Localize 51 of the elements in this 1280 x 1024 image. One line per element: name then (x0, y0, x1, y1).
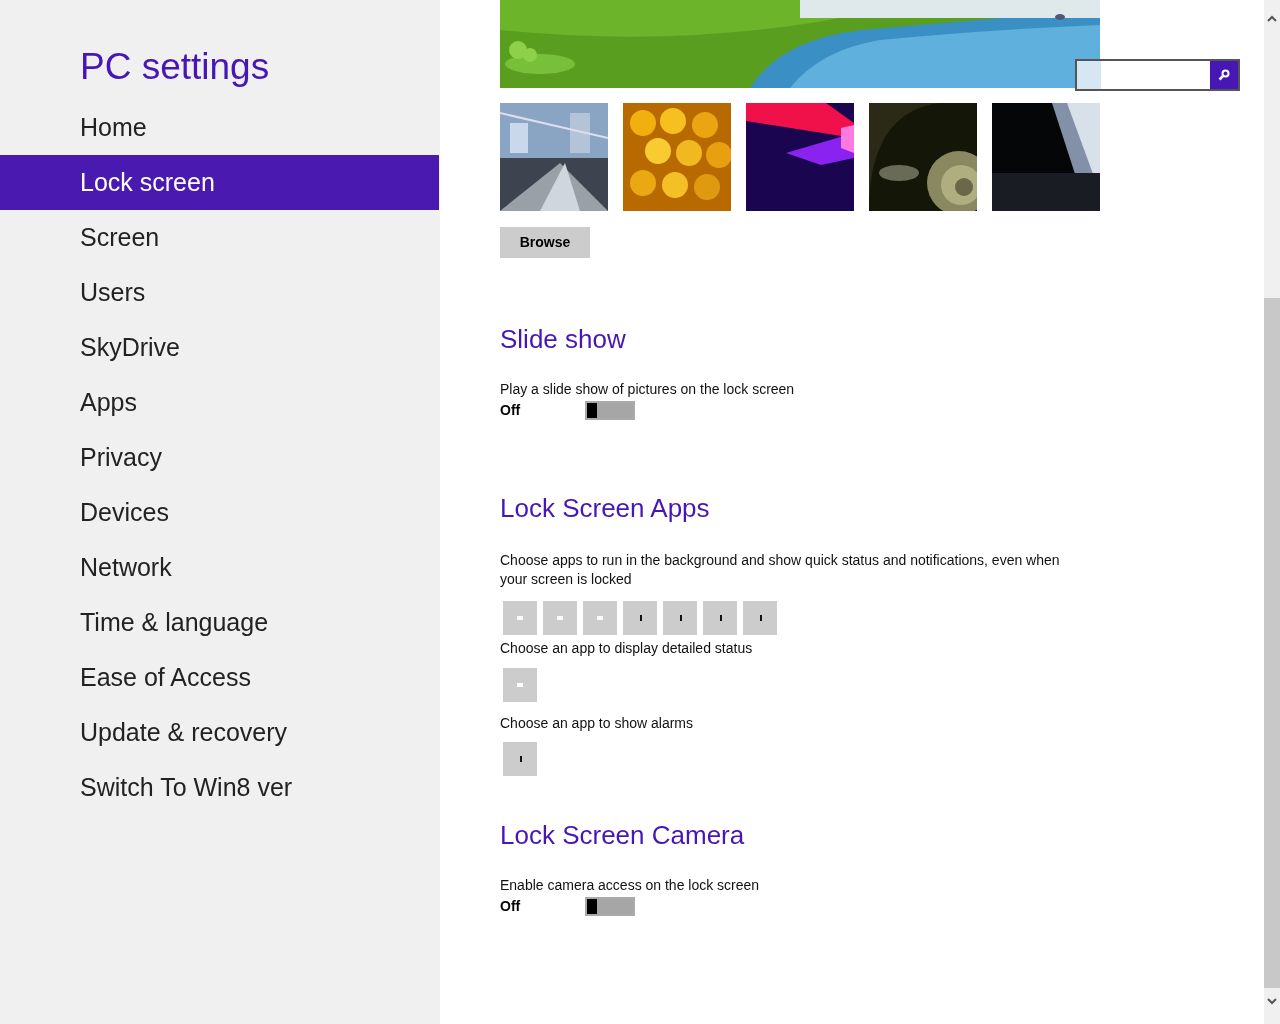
app-icon (517, 616, 523, 620)
scroll-down-icon[interactable] (1267, 998, 1277, 1005)
settings-title: PC settings (79, 45, 271, 89)
description: Choose an app to display detailed status (500, 639, 754, 658)
scroll-thumb[interactable] (1264, 298, 1280, 988)
app-icon (718, 615, 722, 621)
app-tile[interactable] (623, 601, 657, 635)
app-tile[interactable] (663, 601, 697, 635)
toggle-state: Off (500, 896, 522, 916)
toggle-switch[interactable] (585, 400, 635, 420)
nav-item[interactable]: Screen (0, 210, 440, 265)
nav-item[interactable]: Time & language (0, 595, 440, 650)
nav-item[interactable]: Devices (0, 485, 440, 540)
search-field[interactable] (1075, 59, 1240, 91)
nav-item[interactable]: Lock screen (0, 155, 439, 210)
nav-item[interactable]: Switch To Win8 ver (0, 760, 440, 815)
app-tile[interactable] (743, 601, 777, 635)
description: Play a slide show of pictures on the lock screen (500, 380, 796, 399)
app-tile[interactable] (543, 601, 577, 635)
section-heading: Lock Screen Camera (500, 819, 746, 852)
section-heading: Slide show (500, 323, 627, 356)
app-icon (518, 756, 522, 762)
app-tile[interactable] (503, 601, 537, 635)
description: Choose apps to run in the background and show quick status and notifications, even when your screen is locked (500, 551, 1061, 589)
description: Enable camera access on the lock screen (500, 876, 761, 895)
search-icon[interactable] (1210, 61, 1238, 89)
nav-item[interactable]: Users (0, 265, 440, 320)
app-tile[interactable] (503, 742, 537, 776)
app-icon (557, 616, 563, 620)
scroll-up-icon[interactable] (1267, 15, 1277, 22)
toggle-state: Off (500, 400, 522, 420)
browse-button[interactable]: Browse (500, 227, 590, 258)
nav-item[interactable]: SkyDrive (0, 320, 440, 375)
app-icon (758, 615, 762, 621)
app-tile[interactable] (583, 601, 617, 635)
app-tile[interactable] (503, 668, 537, 702)
scrollbar[interactable] (1264, 0, 1280, 1024)
nav-item[interactable]: Network (0, 540, 440, 595)
app-icon (678, 615, 682, 621)
app-icon (597, 616, 603, 620)
section-heading: Lock Screen Apps (500, 492, 711, 525)
nav-item[interactable]: Home (0, 100, 440, 155)
nav-item[interactable]: Apps (0, 375, 440, 430)
nav-item[interactable]: Privacy (0, 430, 440, 485)
app-icon (517, 683, 523, 687)
nav-item[interactable]: Update & recovery (0, 705, 440, 760)
app-tile[interactable] (703, 601, 737, 635)
toggle-switch[interactable] (585, 896, 635, 916)
description: Choose an app to show alarms (500, 714, 694, 733)
app-icon (638, 615, 642, 621)
nav-item[interactable]: Ease of Access (0, 650, 440, 705)
